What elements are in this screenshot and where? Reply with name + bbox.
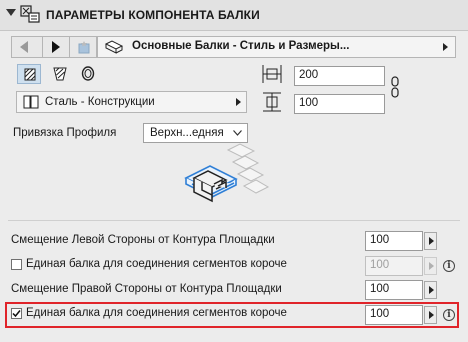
component-selector-label: Основные Балки - Стиль и Размеры...	[132, 40, 350, 52]
beam-component-icon	[105, 40, 123, 54]
chevron-right-icon	[429, 286, 434, 294]
left-single-beam-field[interactable]: 100	[365, 256, 423, 276]
left-offset-field[interactable]: 100	[365, 231, 423, 251]
component-selector-dropdown[interactable]: Основные Балки - Стиль и Размеры...	[97, 36, 456, 58]
right-single-beam-checkbox[interactable]	[11, 308, 22, 319]
left-single-beam-label: Единая балка для соединения сегментов ко…	[26, 258, 287, 270]
width-icon	[262, 65, 282, 83]
left-offset-label: Смещение Левой Стороны от Контура Площад…	[11, 234, 275, 246]
collapse-arrow-icon[interactable]	[6, 9, 16, 16]
material-label: Сталь - Конструкции	[45, 96, 155, 108]
arrow-left-icon	[20, 41, 28, 53]
previous-button[interactable]	[11, 36, 43, 58]
chain-link-icon[interactable]	[390, 76, 400, 98]
material-dropdown[interactable]: Сталь - Конструкции	[16, 91, 247, 113]
beam-preview-diagram	[184, 143, 270, 203]
left-single-beam-arrow-button[interactable]	[424, 257, 437, 275]
height-field[interactable]: 100	[294, 94, 385, 114]
profile-anchor-value: Верхн...едняя	[150, 127, 224, 139]
chevron-right-icon	[443, 43, 448, 51]
right-single-beam-field[interactable]: 100	[365, 305, 423, 325]
circular-profile-icon[interactable]	[81, 66, 95, 81]
favorites-icon	[78, 41, 90, 54]
geometry-rectangular-button[interactable]	[17, 64, 41, 84]
beam-settings-icon	[20, 5, 40, 23]
arrow-right-icon	[52, 41, 60, 53]
chevron-down-icon	[233, 130, 242, 136]
info-icon[interactable]: i	[443, 260, 455, 272]
right-offset-field[interactable]: 100	[365, 280, 423, 300]
left-offset-arrow-button[interactable]	[424, 232, 437, 250]
chevron-right-icon	[429, 262, 434, 270]
favorites-button[interactable]	[69, 36, 97, 58]
right-single-beam-arrow-button[interactable]	[424, 306, 437, 324]
profile-anchor-label: Привязка Профиля	[13, 127, 117, 139]
checkmark-icon	[12, 310, 21, 318]
panel-title: ПАРАМЕТРЫ КОМПОНЕНТА БАЛКИ	[46, 8, 260, 22]
left-single-beam-checkbox[interactable]	[11, 259, 22, 270]
width-field[interactable]: 200	[294, 66, 385, 86]
divider	[8, 220, 460, 221]
right-offset-label: Смещение Правой Стороны от Контура Площа…	[11, 283, 282, 295]
right-offset-arrow-button[interactable]	[424, 281, 437, 299]
height-icon	[263, 92, 281, 112]
next-button[interactable]	[42, 36, 70, 58]
right-single-beam-label: Единая балка для соединения сегментов ко…	[26, 307, 287, 319]
rectangular-profile-icon	[24, 68, 36, 81]
chevron-right-icon	[236, 98, 241, 106]
building-material-icon	[23, 95, 39, 109]
chevron-right-icon	[429, 311, 434, 319]
info-icon[interactable]: i	[443, 309, 455, 321]
tapered-profile-icon[interactable]	[53, 67, 67, 81]
chevron-right-icon	[429, 237, 434, 245]
